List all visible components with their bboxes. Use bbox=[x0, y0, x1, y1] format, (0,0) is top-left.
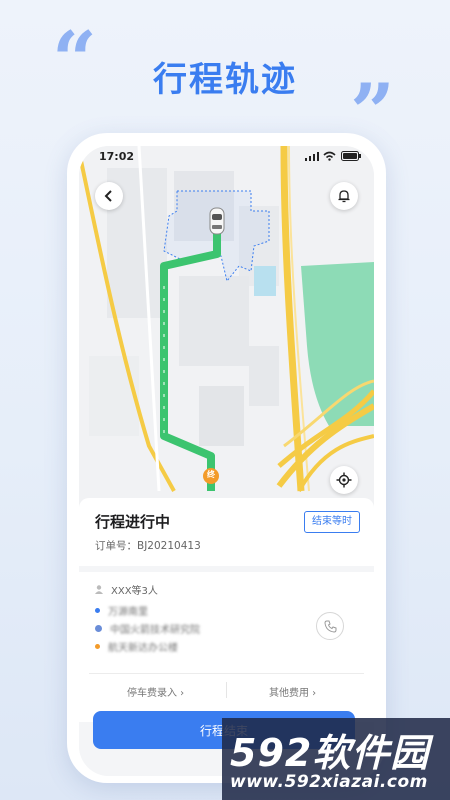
phone-mockup: 17:02 终 行程进行中 订单号：BJ20210413 结束等时 XXX等3人… bbox=[67, 133, 386, 783]
divider bbox=[89, 673, 364, 674]
back-button[interactable] bbox=[95, 182, 123, 210]
stop-name: 中国火箭技术研究院 bbox=[110, 625, 200, 636]
stop-dot bbox=[95, 625, 102, 632]
stop-dot bbox=[95, 608, 100, 613]
signal-icon bbox=[305, 152, 319, 161]
status-time: 17:02 bbox=[99, 150, 135, 163]
status-bar: 17:02 bbox=[79, 146, 374, 168]
back-arrow-icon bbox=[104, 190, 112, 202]
trip-status-title: 行程进行中 bbox=[95, 513, 171, 531]
stop-name: 万源南里 bbox=[108, 607, 148, 618]
stop-row-3: 航天新达办公楼 bbox=[95, 639, 178, 654]
site-watermark: 592软件园 www.592xiazai.com bbox=[222, 718, 450, 800]
wifi-icon bbox=[323, 151, 336, 161]
locate-icon bbox=[336, 472, 352, 488]
other-fee-link[interactable]: 其他费用 › bbox=[269, 684, 316, 699]
car-icon bbox=[209, 207, 225, 235]
parking-fee-link[interactable]: 停车费录入 › bbox=[127, 684, 184, 699]
chevron-right-icon: › bbox=[309, 688, 317, 699]
watermark-text: 软件园 bbox=[312, 731, 430, 775]
chevron-right-icon: › bbox=[177, 688, 185, 699]
parking-fee-label: 停车费录入 bbox=[127, 688, 177, 699]
bell-icon bbox=[338, 190, 350, 203]
phone-call-icon bbox=[323, 620, 336, 633]
person-icon bbox=[95, 585, 103, 594]
watermark-number: 592 bbox=[230, 731, 313, 775]
watermark-brand: 592软件园 bbox=[230, 722, 429, 777]
phone-screen: 17:02 终 行程进行中 订单号：BJ20210413 结束等时 XXX等3人… bbox=[79, 146, 374, 776]
stop-row-1: 万源南里 bbox=[95, 603, 148, 618]
trip-status-card: 行程进行中 订单号：BJ20210413 结束等时 bbox=[79, 498, 374, 566]
battery-icon bbox=[341, 151, 361, 161]
stop-name: 航天新达办公楼 bbox=[108, 643, 178, 654]
start-marker-label: 终 bbox=[207, 470, 215, 479]
order-label: 订单号： bbox=[95, 540, 137, 552]
end-wait-button[interactable]: 结束等时 bbox=[304, 511, 360, 533]
stop-row-2: 中国火箭技术研究院 bbox=[95, 621, 200, 636]
order-info: 订单号：BJ20210413 bbox=[95, 538, 201, 553]
stop-dot bbox=[95, 644, 100, 649]
call-button[interactable] bbox=[316, 612, 344, 640]
order-number: BJ20210413 bbox=[137, 540, 201, 552]
trip-detail-card: XXX等3人 万源南里 中国火箭技术研究院 航天新达办公楼 停车费录入 › 其他… bbox=[79, 572, 374, 722]
watermark-url: www.592xiazai.com bbox=[230, 772, 428, 792]
fee-divider bbox=[226, 682, 227, 698]
passenger-text: XXX等3人 bbox=[111, 586, 158, 597]
locate-button[interactable] bbox=[330, 466, 358, 494]
other-fee-label: 其他费用 bbox=[269, 688, 309, 699]
passenger-row: XXX等3人 bbox=[95, 582, 158, 597]
page-headline: 行程轨迹 bbox=[153, 60, 297, 100]
notification-button[interactable] bbox=[330, 182, 358, 210]
